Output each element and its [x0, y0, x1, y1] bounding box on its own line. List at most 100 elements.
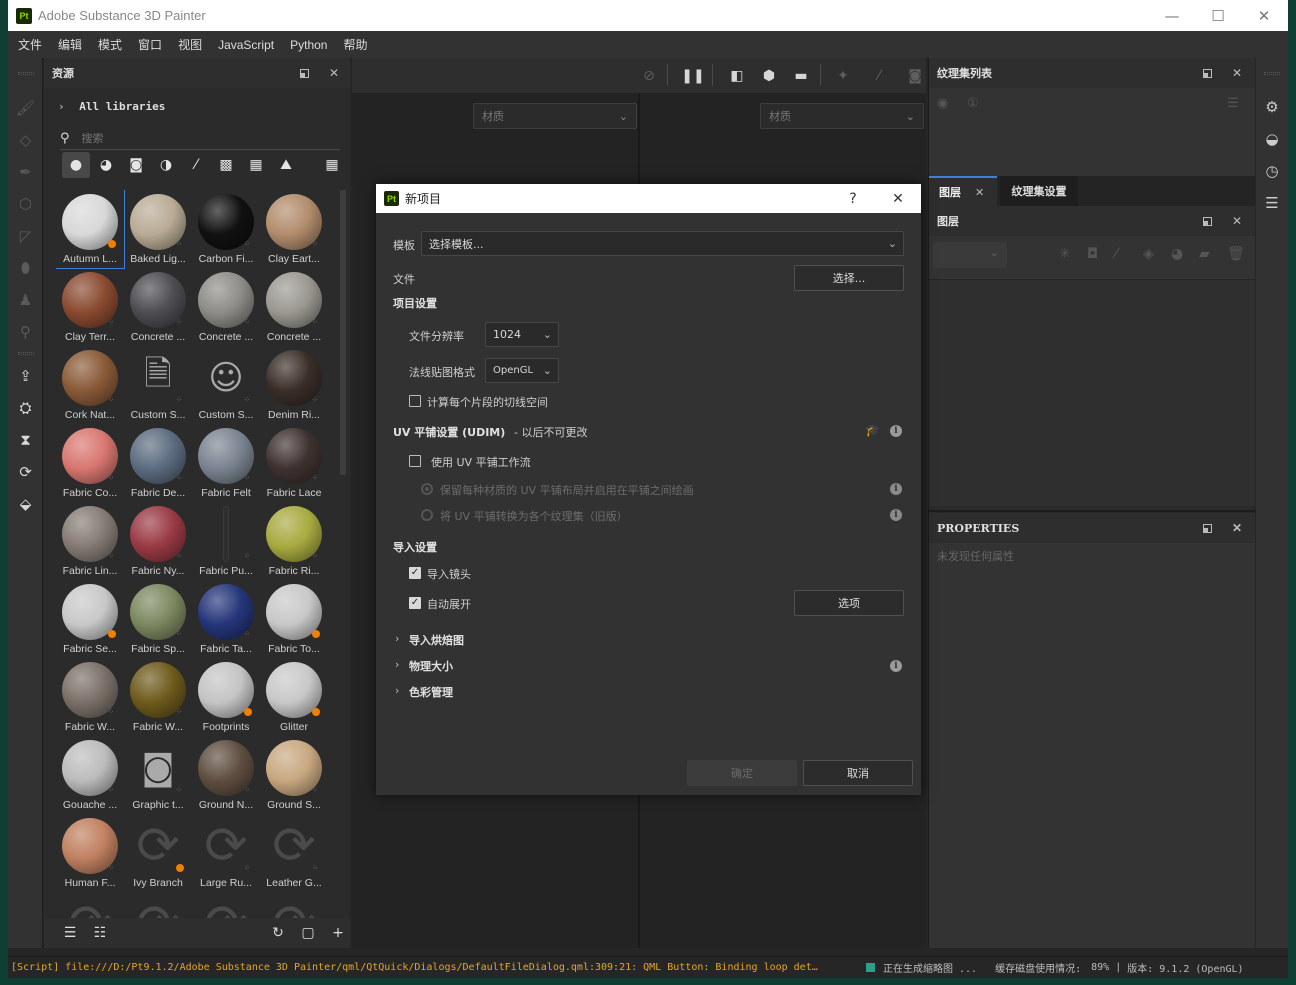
import-cameras-checkbox[interactable]: ✓: [409, 567, 421, 579]
log-button[interactable]: ☰: [1256, 190, 1288, 216]
asset-item[interactable]: ⁘ Baked Lig...: [124, 190, 192, 268]
add-button[interactable]: +: [328, 923, 348, 943]
asset-item[interactable]: ⁘ Cork Nat...: [56, 346, 124, 424]
iray-render-button[interactable]: ⟳: [8, 458, 43, 486]
menu-window[interactable]: 窗口: [130, 36, 170, 53]
template-select[interactable]: 选择模板... ⌄: [421, 231, 904, 256]
geometry-mask-tool[interactable]: ⬡: [8, 190, 43, 218]
float-panel-button[interactable]: [1197, 58, 1217, 88]
display-settings-button[interactable]: ⚙: [1256, 94, 1288, 120]
close-panel-button[interactable]: ✕: [324, 58, 344, 88]
dialog-close-button[interactable]: ✕: [883, 184, 913, 213]
asset-item[interactable]: ⁘ Ground N...: [192, 736, 260, 814]
asset-item[interactable]: ⟳ ⁘ Leather G...: [260, 814, 328, 892]
filter-brushes[interactable]: ⁄: [182, 152, 210, 178]
info-icon[interactable]: i: [890, 483, 902, 495]
close-panel-button[interactable]: ✕: [1227, 206, 1247, 236]
tab-layers[interactable]: 图层 ✕: [929, 176, 997, 206]
asset-item[interactable]: ⁘ Fabric Co...: [56, 424, 124, 502]
add-smart-material-icon[interactable]: ◕: [1171, 246, 1183, 262]
close-window-button[interactable]: ✕: [1241, 0, 1287, 31]
filter-masks[interactable]: ◙: [122, 152, 150, 178]
viewport-right-material-select[interactable]: 材质 ⌄: [760, 103, 924, 129]
asset-item[interactable]: ⁘ Concrete ...: [192, 268, 260, 346]
clone-stamp-tool[interactable]: ♟: [8, 286, 43, 314]
menu-edit[interactable]: 编辑: [50, 36, 90, 53]
toolbar-grip[interactable]: [18, 72, 34, 75]
search-input[interactable]: [81, 132, 282, 145]
asset-item[interactable]: 🗎 ⁘ Custom S...: [124, 346, 192, 424]
filter-alphas[interactable]: ▩: [212, 152, 240, 178]
menu-view[interactable]: 视图: [170, 36, 210, 53]
filter-smart-masks[interactable]: ◑: [152, 152, 180, 178]
tutorial-icon[interactable]: 🎓: [865, 423, 880, 437]
list-options-icon[interactable]: ☰: [1227, 96, 1239, 111]
select-file-button[interactable]: 选择...: [794, 265, 904, 291]
close-tab-icon[interactable]: ✕: [975, 186, 984, 199]
toolbar-grip-2[interactable]: [18, 352, 34, 355]
split-view-button[interactable]: ◧: [726, 66, 748, 86]
screenshot-button[interactable]: ◙: [904, 66, 926, 86]
asset-item[interactable]: ⁘ Fabric De...: [124, 424, 192, 502]
resolution-select[interactable]: 1024 ⌄: [485, 322, 559, 347]
asset-item[interactable]: ⁘ Clay Terr...: [56, 268, 124, 346]
refresh-button[interactable]: ↻: [268, 923, 288, 943]
asset-item[interactable]: ⁘ Fabric Lin...: [56, 502, 124, 580]
save-preset-button[interactable]: ☰: [60, 923, 80, 943]
asset-item[interactable]: Autumn L...: [56, 190, 125, 269]
pen-tool[interactable]: ✒: [8, 158, 43, 186]
asset-item[interactable]: ⁘ Concrete ...: [124, 268, 192, 346]
hide-ui-button[interactable]: ⊘: [638, 66, 660, 86]
library-breadcrumb[interactable]: › All libraries: [58, 100, 165, 113]
asset-item[interactable]: ⟳ ⁘ Large Ru...: [192, 814, 260, 892]
asset-item[interactable]: ☺ ⁘ Custom S...: [192, 346, 260, 424]
add-paint-layer-icon[interactable]: ⁄: [1115, 246, 1117, 262]
minimize-button[interactable]: —: [1149, 0, 1195, 31]
normal-format-select[interactable]: OpenGL ⌄: [485, 358, 559, 383]
asset-item[interactable]: ⁘ Fabric Felt: [192, 424, 260, 502]
asset-item[interactable]: ⁘ Fabric Pu...: [192, 502, 260, 580]
pause-button[interactable]: ❚❚: [681, 66, 704, 86]
asset-item[interactable]: ⁘ Fabric Ri...: [260, 502, 328, 580]
add-fill-layer-icon[interactable]: ◈: [1143, 246, 1154, 262]
asset-item[interactable]: ⟳ Ivy Branch: [124, 814, 192, 892]
cancel-button[interactable]: 取消: [803, 760, 913, 786]
filter-all[interactable]: ▦: [318, 152, 346, 178]
asset-item[interactable]: Fabric Se...: [56, 580, 124, 658]
asset-item[interactable]: ⁘ Carbon Fi...: [192, 190, 260, 268]
filter-materials[interactable]: ●: [62, 152, 90, 178]
asset-item[interactable]: ⁘ Clay Eart...: [260, 190, 328, 268]
smudge-tool[interactable]: ⬮: [8, 254, 43, 282]
ok-button[interactable]: 确定: [687, 760, 797, 786]
per-fragment-tangent-checkbox[interactable]: [409, 395, 421, 407]
export-button[interactable]: ⇪: [8, 362, 43, 390]
channel-select[interactable]: ⌄: [933, 242, 1007, 268]
camera-button[interactable]: ▬: [790, 66, 812, 86]
filter-smart-materials[interactable]: ◕: [92, 152, 120, 178]
eraser-tool[interactable]: ◇: [8, 126, 43, 154]
display-mode-button[interactable]: ⬢: [758, 66, 780, 86]
tab-texture-set-settings[interactable]: 纹理集设置: [1000, 176, 1078, 206]
paintbrush-tool[interactable]: 🖌: [8, 94, 43, 122]
asset-item[interactable]: ⁘ Ground S...: [260, 736, 328, 814]
delete-icon[interactable]: 🗑: [1227, 246, 1245, 262]
viewport-left-material-select[interactable]: 材质 ⌄: [473, 103, 637, 129]
filter-environments[interactable]: ⛰: [272, 152, 300, 178]
asset-item[interactable]: Glitter: [260, 658, 328, 736]
info-icon[interactable]: i: [890, 509, 902, 521]
asset-item[interactable]: ⁘ Fabric Sp...: [124, 580, 192, 658]
texture-set-button[interactable]: ⬙: [8, 490, 43, 518]
asset-item[interactable]: Fabric To...: [260, 580, 328, 658]
auto-unwrap-checkbox[interactable]: ✓: [409, 597, 421, 609]
float-panel-button[interactable]: [1197, 206, 1217, 236]
udim-option-convert-radio[interactable]: [421, 509, 433, 521]
info-icon[interactable]: i: [890, 425, 902, 437]
history-button[interactable]: ◷: [1256, 158, 1288, 184]
menu-help[interactable]: 帮助: [335, 36, 375, 53]
asset-item[interactable]: ⁘ Concrete ...: [260, 268, 328, 346]
visibility-icon[interactable]: ◉: [937, 96, 948, 111]
shader-settings-button[interactable]: ◒: [1256, 126, 1288, 152]
hourglass-button[interactable]: ⧗: [8, 426, 43, 454]
new-window-button[interactable]: ▢: [298, 923, 318, 943]
solo-icon[interactable]: ①: [967, 96, 979, 111]
